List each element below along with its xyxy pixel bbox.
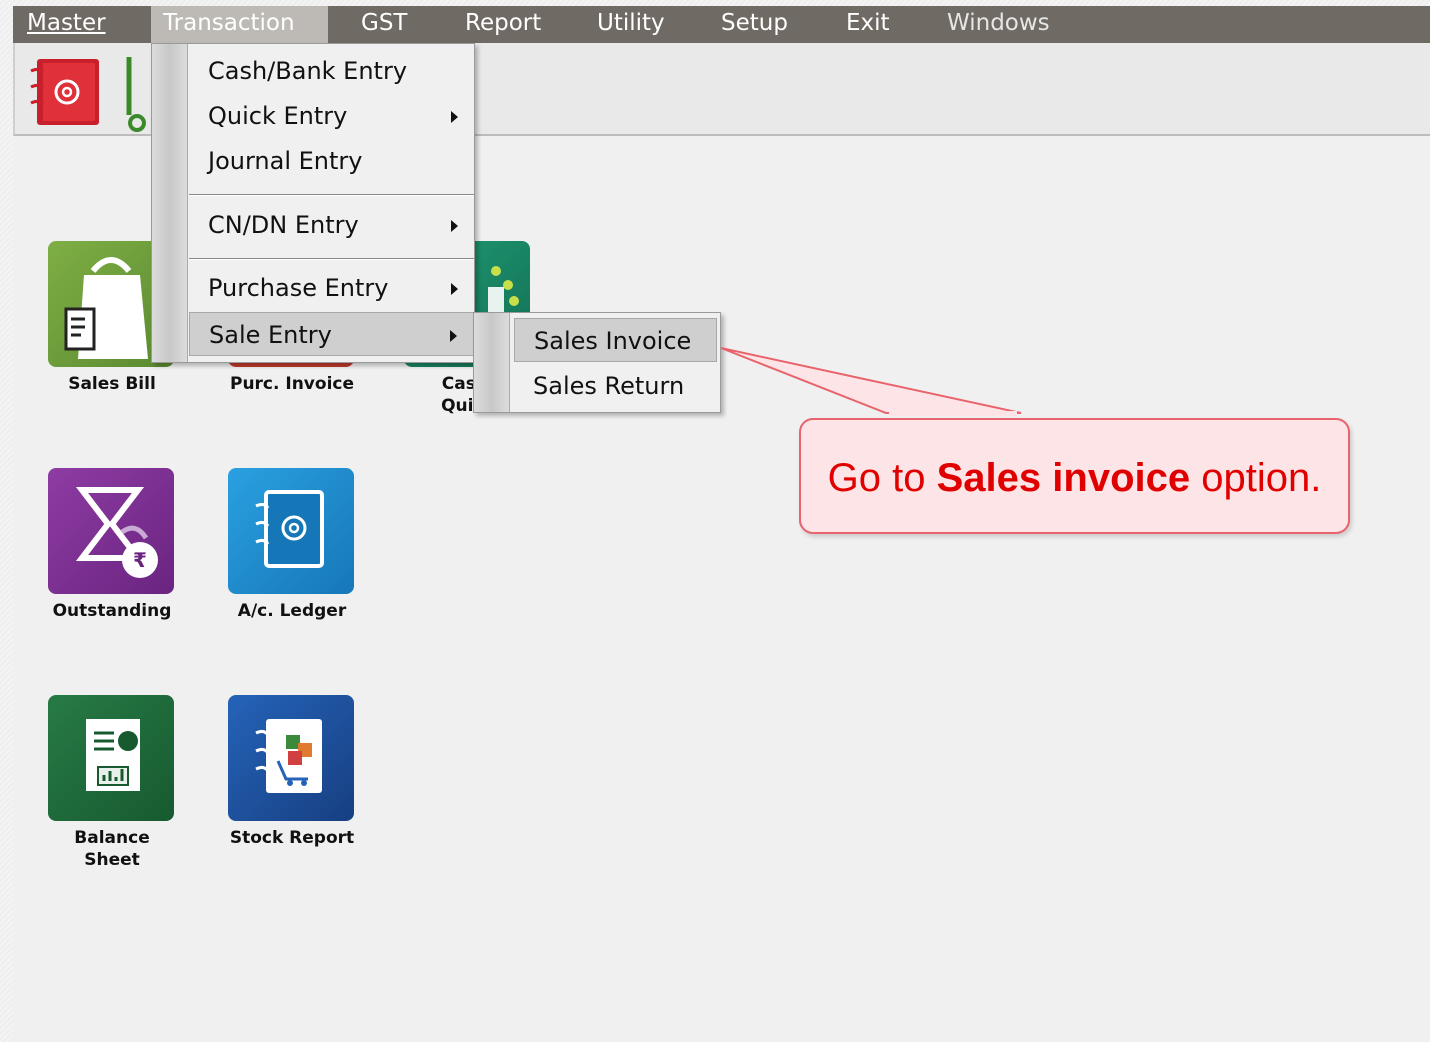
- instruction-callout: Go to Sales invoice option.: [799, 418, 1350, 534]
- callout-pointer-joint: [889, 411, 1017, 416]
- callout-text: Go to Sales invoice option.: [827, 456, 1322, 500]
- application-window: Master Transaction GST Report Utility Se…: [13, 6, 1430, 1042]
